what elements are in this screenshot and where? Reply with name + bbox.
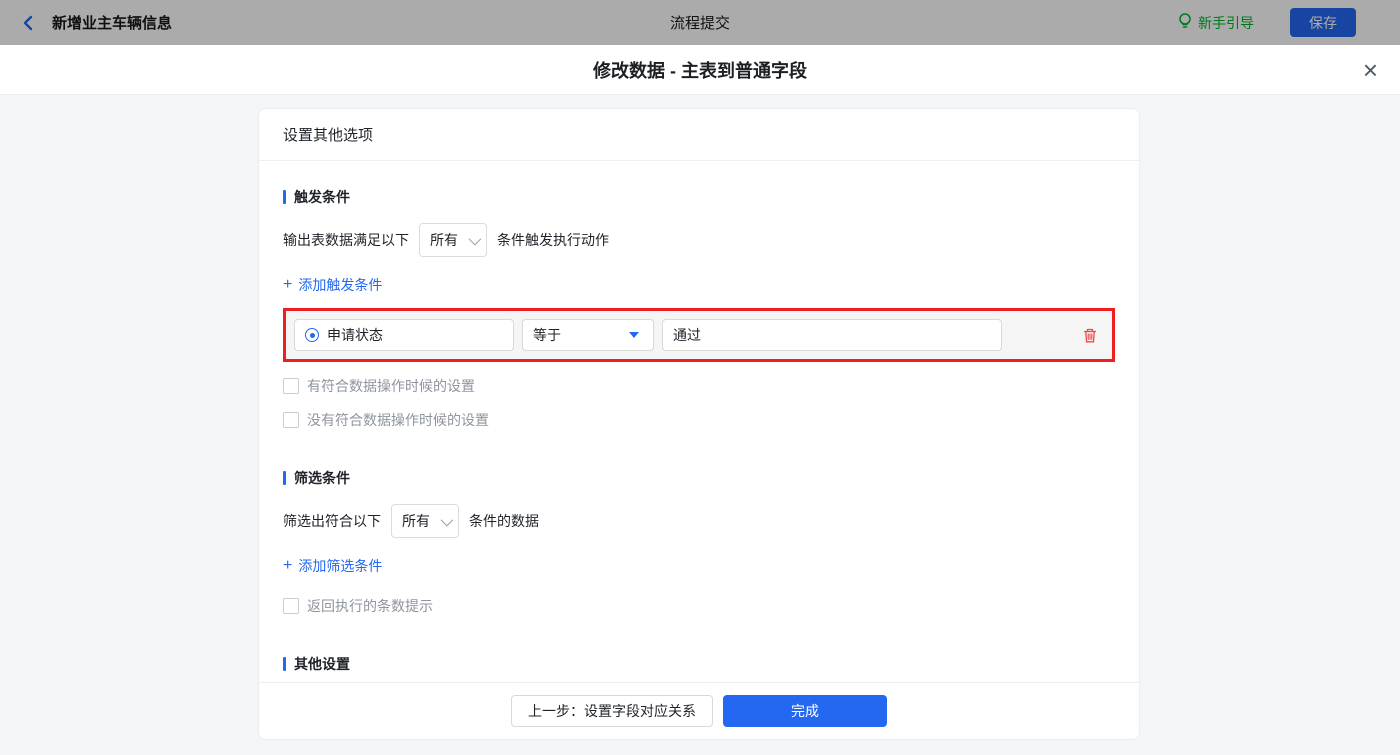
checkbox-return-count[interactable] <box>283 598 299 614</box>
lightbulb-icon <box>1178 12 1192 33</box>
filter-sentence-prefix: 筛选出符合以下 <box>283 513 381 529</box>
filter-checkbox-row: 返回执行的条数提示 <box>283 596 1115 616</box>
back-chevron-icon <box>20 14 38 32</box>
topbar-actions: 新手引导 保存 <box>1178 8 1356 37</box>
trigger-sentence-suffix: 条件触发执行动作 <box>497 232 609 248</box>
section-accent-bar <box>283 190 286 204</box>
plus-icon: + <box>283 557 293 574</box>
trash-icon[interactable] <box>1082 327 1098 344</box>
back-button[interactable]: 新增业主车辆信息 <box>20 12 172 33</box>
trigger-sentence-prefix: 输出表数据满足以下 <box>283 232 409 248</box>
checkbox-has-match-label: 有符合数据操作时候的设置 <box>307 378 475 394</box>
add-filter-condition-label: 添加筛选条件 <box>298 558 383 574</box>
filter-match-select[interactable]: 所有 <box>391 504 459 538</box>
trigger-condition-row-highlighted: 申请状态 等于 <box>283 308 1115 362</box>
condition-operator-value: 等于 <box>533 327 561 343</box>
filter-section-title: 筛选条件 <box>283 468 1115 488</box>
options-card: 设置其他选项 触发条件 输出表数据满足以下 所有 条件触发执行动作 + 添加触发… <box>258 108 1140 740</box>
trigger-sentence: 输出表数据满足以下 所有 条件触发执行动作 <box>283 223 1115 257</box>
checkbox-no-match[interactable] <box>283 412 299 428</box>
previous-step-button[interactable]: 上一步：设置字段对应关系 <box>511 695 713 727</box>
trigger-checkbox-row-has-match: 有符合数据操作时候的设置 <box>283 376 1115 396</box>
condition-value-input[interactable] <box>662 319 1002 351</box>
plus-icon: + <box>283 276 293 293</box>
section-accent-bar <box>283 471 286 485</box>
filter-sentence-suffix: 条件的数据 <box>469 513 539 529</box>
topbar: 新增业主车辆信息 流程提交 新手引导 保存 <box>0 0 1400 45</box>
chevron-down-icon <box>468 232 482 245</box>
condition-operator-select[interactable]: 等于 <box>522 319 654 351</box>
app-root: 新增业主车辆信息 流程提交 新手引导 保存 修改数据 - 主表到普通字段 × 设… <box>0 0 1400 755</box>
filter-sentence: 筛选出符合以下 所有 条件的数据 <box>283 504 1115 538</box>
card-footer: 上一步：设置字段对应关系 完成 <box>259 682 1139 739</box>
close-icon[interactable]: × <box>1363 57 1378 83</box>
modal-body: 设置其他选项 触发条件 输出表数据满足以下 所有 条件触发执行动作 + 添加触发… <box>0 95 1400 755</box>
condition-field-select[interactable]: 申请状态 <box>294 319 514 351</box>
checkbox-has-match[interactable] <box>283 378 299 394</box>
trigger-checkbox-row-no-match: 没有符合数据操作时候的设置 <box>283 410 1115 430</box>
modal-title: 修改数据 - 主表到普通字段 <box>593 60 807 81</box>
add-trigger-condition-link[interactable]: + 添加触发条件 <box>283 275 382 295</box>
section-accent-bar <box>283 657 286 671</box>
modal-header: 修改数据 - 主表到普通字段 × <box>0 45 1400 95</box>
topbar-center-title: 流程提交 <box>669 15 731 32</box>
trigger-match-value: 所有 <box>430 232 458 248</box>
save-button[interactable]: 保存 <box>1290 8 1356 37</box>
trigger-match-select[interactable]: 所有 <box>419 223 487 257</box>
done-button[interactable]: 完成 <box>723 695 887 727</box>
beginner-guide-link[interactable]: 新手引导 <box>1178 12 1254 33</box>
trigger-section-title: 触发条件 <box>283 187 1115 207</box>
filter-match-value: 所有 <box>402 513 430 529</box>
chevron-down-icon <box>440 513 454 526</box>
checkbox-no-match-label: 没有符合数据操作时候的设置 <box>307 412 489 428</box>
add-filter-condition-link[interactable]: + 添加筛选条件 <box>283 556 382 576</box>
condition-field-value: 申请状态 <box>327 327 383 343</box>
radio-field-type-icon <box>305 328 319 342</box>
checkbox-return-count-label: 返回执行的条数提示 <box>307 598 433 614</box>
beginner-guide-label: 新手引导 <box>1198 14 1254 31</box>
add-trigger-condition-label: 添加触发条件 <box>298 277 383 293</box>
other-section-title: 其他设置 <box>283 654 1115 674</box>
card-header-title: 设置其他选项 <box>259 109 1139 161</box>
flow-name-label: 新增业主车辆信息 <box>52 15 173 32</box>
caret-down-icon <box>629 332 639 338</box>
card-body: 触发条件 输出表数据满足以下 所有 条件触发执行动作 + 添加触发条件 申请状态… <box>259 161 1139 682</box>
